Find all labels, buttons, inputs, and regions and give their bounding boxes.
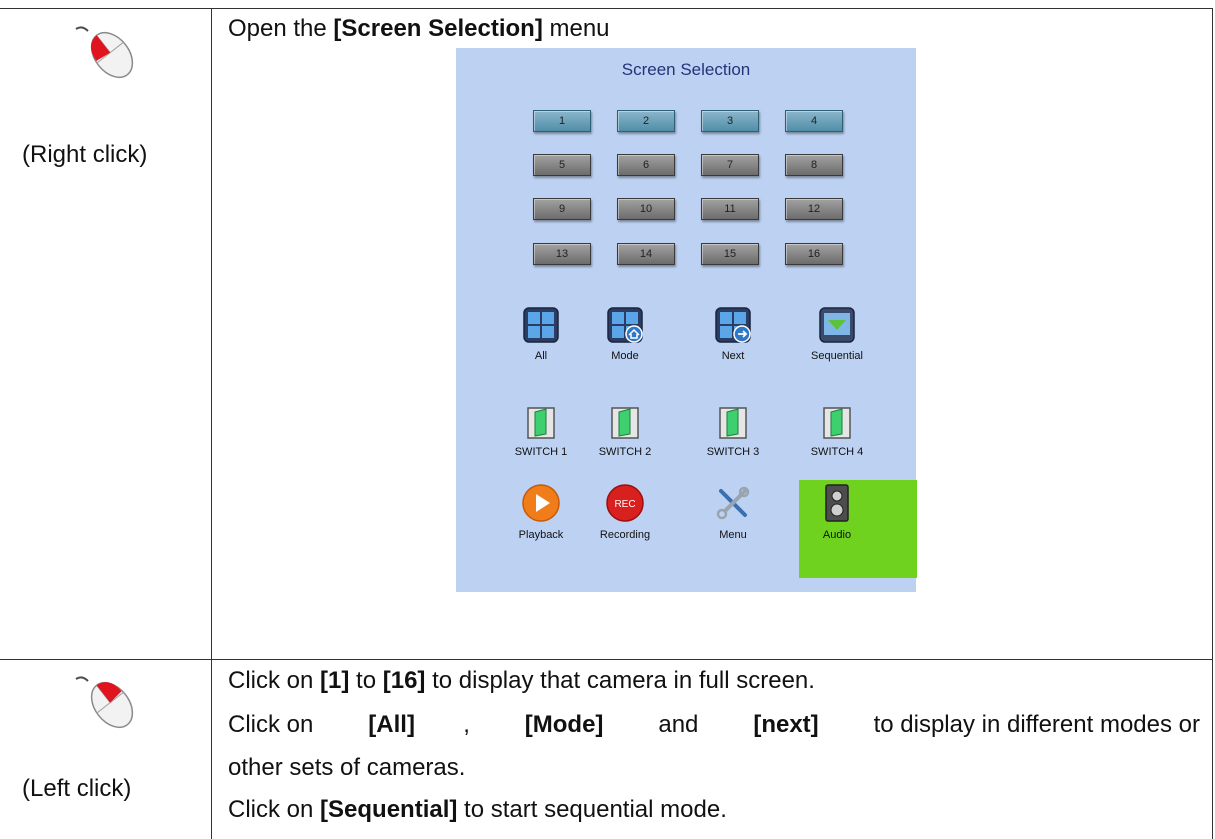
rec-icon: REC: [585, 483, 665, 528]
camera-button-1[interactable]: 1: [533, 110, 591, 132]
instruction-text: to display that camera in full screen.: [425, 667, 815, 694]
instruction-text: to start sequential mode.: [457, 796, 727, 823]
tools-icon: [693, 483, 773, 528]
tool-label: SWITCH 1: [514, 446, 568, 458]
switch-icon: [585, 406, 665, 445]
tool-label: SWITCH 2: [598, 446, 652, 458]
instruction-line: Click on [1] to [16] to display that cam…: [228, 667, 815, 695]
switch-2-button[interactable]: SWITCH 2: [585, 406, 665, 458]
tool-label: Recording: [599, 529, 651, 541]
all-button[interactable]: All: [501, 306, 581, 362]
switch-icon: [797, 406, 877, 445]
camera-button-12[interactable]: 12: [785, 198, 843, 220]
camera-button-9[interactable]: 9: [533, 198, 591, 220]
menu-button[interactable]: Menu: [693, 483, 773, 541]
instruction-bold-text: [16]: [382, 667, 426, 694]
column-divider: [211, 9, 212, 839]
mouse-left-click-icon: [75, 676, 134, 729]
panel-title: Screen Selection: [621, 60, 751, 79]
recording-button[interactable]: REC Recording: [585, 483, 665, 541]
instruction-text: Click on: [228, 711, 321, 738]
screen-selection-panel: Screen Selection 1 2 3 4 5 6 7 8 9 10 11 12 13 14 15 16…: [456, 48, 917, 592]
instruction-text: Click on: [228, 796, 321, 823]
instruction-text: to: [349, 667, 383, 694]
sequential-icon: [797, 306, 877, 349]
mode-button[interactable]: Mode: [585, 306, 665, 362]
grid-all-icon: [501, 306, 581, 349]
rec-badge-text: REC: [614, 499, 635, 510]
switch-4-button[interactable]: SWITCH 4: [797, 406, 877, 458]
instruction-line: Click on [Sequential] to start sequentia…: [228, 796, 727, 824]
next-button[interactable]: Next: [693, 306, 773, 362]
tool-label: Next: [721, 350, 745, 362]
instruction-bold-text: [Screen Selection]: [333, 15, 543, 42]
grid-next-icon: [693, 306, 773, 349]
switch-1-button[interactable]: SWITCH 1: [501, 406, 581, 458]
camera-button-7[interactable]: 7: [701, 154, 759, 176]
instruction-bold-text: [1]: [320, 667, 350, 694]
instruction-text: to display in different modes or: [866, 711, 1200, 738]
instruction-text: other sets of cameras.: [228, 754, 466, 781]
play-icon: [501, 483, 581, 528]
instruction-text: Click on: [228, 667, 321, 694]
camera-button-2[interactable]: 2: [617, 110, 675, 132]
left-click-label: (Left click): [22, 775, 132, 802]
camera-button-14[interactable]: 14: [617, 243, 675, 265]
audio-button[interactable]: Audio: [797, 483, 877, 541]
row-divider: [0, 659, 1213, 660]
camera-button-6[interactable]: 6: [617, 154, 675, 176]
playback-button[interactable]: Playback: [501, 483, 581, 541]
instruction-bold-text: [Mode]: [524, 711, 604, 738]
speaker-icon: [797, 483, 877, 528]
camera-button-10[interactable]: 10: [617, 198, 675, 220]
open-menu-instruction: Open the [Screen Selection] menu: [228, 15, 610, 43]
switch-icon: [501, 406, 581, 445]
mouse-right-click-icon: [75, 26, 134, 79]
tool-label: Menu: [719, 529, 747, 541]
camera-button-8[interactable]: 8: [785, 154, 843, 176]
tool-label: All: [534, 350, 548, 362]
tool-label: Audio: [822, 529, 852, 541]
tool-label: Playback: [518, 529, 564, 541]
tool-label: Sequential: [811, 350, 863, 362]
tool-label: Mode: [611, 350, 639, 362]
instruction-text: and: [651, 711, 706, 738]
instruction-text: menu: [542, 15, 610, 42]
table-right-border: [1212, 9, 1213, 839]
instruction-text: Open the: [228, 15, 334, 42]
instruction-bold-text: [Sequential]: [320, 796, 458, 823]
instruction-bold-text: [next]: [753, 711, 819, 738]
grid-mode-icon: [585, 306, 665, 349]
camera-button-13[interactable]: 13: [533, 243, 591, 265]
camera-button-5[interactable]: 5: [533, 154, 591, 176]
camera-button-3[interactable]: 3: [701, 110, 759, 132]
switch-3-button[interactable]: SWITCH 3: [693, 406, 773, 458]
tool-label: SWITCH 4: [810, 446, 864, 458]
camera-button-11[interactable]: 11: [701, 198, 759, 220]
camera-button-15[interactable]: 15: [701, 243, 759, 265]
switch-icon: [693, 406, 773, 445]
instruction-line: other sets of cameras.: [228, 754, 465, 782]
camera-button-4[interactable]: 4: [785, 110, 843, 132]
right-click-label: (Right click): [22, 141, 148, 168]
tool-label: SWITCH 3: [706, 446, 760, 458]
instruction-bold-text: [All]: [368, 711, 415, 738]
instruction-line: Click on [All], [Mode] and [next] to dis…: [228, 711, 1200, 739]
sequential-button[interactable]: Sequential: [797, 306, 877, 362]
camera-button-16[interactable]: 16: [785, 243, 843, 265]
instruction-text: ,: [463, 711, 477, 738]
